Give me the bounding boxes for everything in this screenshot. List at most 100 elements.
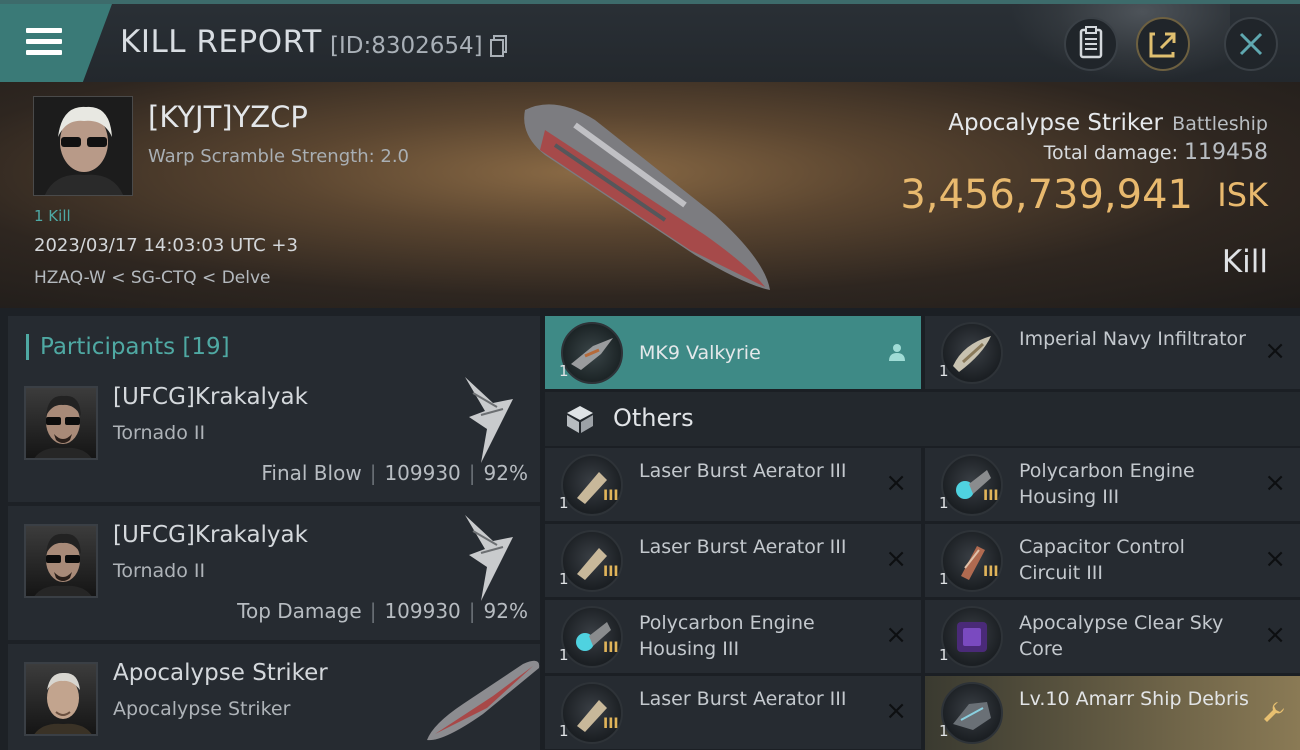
tornado-ship-icon (465, 377, 513, 463)
item-quantity: 1 (559, 570, 569, 588)
participant-percent: 92% (483, 599, 528, 623)
close-icon[interactable]: × (1264, 622, 1286, 648)
close-icon[interactable]: × (885, 470, 907, 496)
close-button[interactable] (1224, 17, 1278, 71)
participant-row[interactable]: [UFCG]Krakalyak Tornado II Top Damage | 10… (8, 506, 540, 640)
wrench-icon[interactable] (1262, 700, 1286, 724)
participant-avatar[interactable] (24, 386, 98, 460)
item-tier: III (603, 640, 619, 656)
close-icon[interactable]: × (885, 698, 907, 724)
top-bar: KILL REPORT [ID:8302654] (0, 0, 1300, 82)
kill-result: Kill (1221, 244, 1268, 280)
close-icon[interactable]: × (1264, 338, 1286, 364)
report-id: [ID:8302654] (330, 33, 483, 59)
participant-ship: Tornado II (113, 422, 206, 444)
item-quantity: 1 (559, 722, 569, 740)
victim-ship-class: Battleship (1172, 113, 1268, 135)
participants-panel: Participants [19] [UFCG]Krakalyak Tornad… (0, 308, 540, 750)
participant-name: Apocalypse Striker (113, 660, 328, 686)
item-quantity: 1 (939, 646, 949, 664)
core-item-icon (941, 606, 1003, 668)
total-damage-label: Total damage: (1043, 142, 1178, 164)
share-icon (1149, 32, 1176, 58)
rig-item-icon (561, 530, 623, 592)
kill-count: 1 Kill (34, 207, 71, 225)
rig-item-icon (561, 606, 623, 668)
menu-button[interactable] (0, 4, 112, 82)
participant-avatar[interactable] (24, 662, 98, 736)
rig-item-icon (561, 682, 623, 744)
rig-item-icon (561, 454, 623, 516)
item-polycarbon-engine-housing[interactable]: 1 III Polycarbon Engine Housing III × (545, 600, 921, 673)
item-mk9-valkyrie[interactable]: 1 MK9 Valkyrie (545, 316, 921, 389)
item-laser-burst-aerator[interactable]: 1 III Laser Burst Aerator III × (545, 448, 921, 521)
item-name: Laser Burst Aerator III (639, 688, 847, 710)
rig-item-icon (941, 454, 1003, 516)
participant-damage: 109930 (384, 461, 461, 485)
item-polycarbon-engine-housing[interactable]: 1 III Polycarbon Engine Housing III × (925, 448, 1300, 521)
tornado-ship-icon (465, 515, 513, 601)
item-name: Polycarbon Engine Housing III (639, 612, 815, 660)
copy-icon[interactable] (490, 35, 508, 57)
others-section-header: Others (545, 392, 1300, 446)
participant-tag: Top Damage (237, 599, 362, 623)
item-name: Capacitor Control Circuit III (1019, 536, 1185, 584)
ship-item-icon (941, 322, 1003, 384)
item-quantity: 1 (559, 646, 569, 664)
item-capacitor-control-circuit[interactable]: 1 III Capacitor Control Circuit III × (925, 524, 1300, 597)
debris-item-icon (941, 682, 1003, 744)
close-icon[interactable]: × (1264, 546, 1286, 572)
item-quantity: 1 (939, 362, 949, 380)
clipboard-button[interactable] (1064, 17, 1118, 71)
participants-title: Participants [19] (40, 334, 230, 360)
item-tier: III (983, 488, 999, 504)
participant-avatar[interactable] (24, 524, 98, 598)
participant-tag: Final Blow (261, 461, 362, 485)
person-icon[interactable] (887, 342, 907, 362)
participant-ship: Apocalypse Striker (113, 698, 291, 720)
participant-name: [UFCG]Krakalyak (113, 384, 308, 410)
close-icon[interactable]: × (885, 546, 907, 572)
item-amarr-ship-debris[interactable]: 1 Lv.10 Amarr Ship Debris (925, 676, 1300, 750)
item-laser-burst-aerator[interactable]: 1 III Laser Burst Aerator III × (545, 676, 921, 749)
participant-stats: Final Blow | 109930 | 92% (261, 461, 528, 485)
item-quantity: 1 (939, 570, 949, 588)
item-tier: III (603, 564, 619, 580)
close-icon[interactable]: × (1264, 470, 1286, 496)
item-name: Imperial Navy Infiltrator (1019, 328, 1246, 350)
close-icon (1239, 32, 1263, 56)
item-name: Laser Burst Aerator III (639, 460, 847, 482)
victim-ship-image (524, 104, 770, 290)
share-button[interactable] (1136, 17, 1190, 71)
cube-icon (567, 406, 593, 433)
participants-header: Participants [19] (8, 316, 540, 370)
participant-stats: Top Damage | 109930 | 92% (237, 599, 528, 623)
header-accent-bar (26, 334, 29, 360)
victim-ship-name: Apocalypse Striker (948, 110, 1163, 136)
menu-icon (26, 28, 62, 56)
page-title: KILL REPORT (120, 24, 322, 60)
participants-label: Participants (40, 334, 176, 360)
participant-name: [UFCG]Krakalyak (113, 522, 308, 548)
item-quantity: 1 (939, 494, 949, 512)
warp-scramble-strength: Warp Scramble Strength: 2.0 (148, 146, 410, 167)
item-quantity: 1 (559, 494, 569, 512)
participant-damage: 109930 (384, 599, 461, 623)
close-icon[interactable]: × (885, 622, 907, 648)
item-apocalypse-clear-sky-core[interactable]: 1 Apocalypse Clear Sky Core × (925, 600, 1300, 673)
participant-row[interactable]: Apocalypse Striker Apocalypse Striker (8, 644, 540, 750)
participant-row[interactable]: [UFCG]Krakalyak Tornado II Final Blow | 10… (8, 368, 540, 502)
participant-ship: Tornado II (113, 560, 206, 582)
item-quantity: 1 (939, 722, 949, 740)
item-imperial-navy-infiltrator[interactable]: 1 Imperial Navy Infiltrator × (925, 316, 1300, 389)
item-name: Lv.10 Amarr Ship Debris (1019, 688, 1249, 710)
isk-unit: ISK (1217, 176, 1268, 214)
victim-name: [KYJT]YZCP (148, 100, 308, 134)
victim-avatar[interactable] (33, 96, 133, 196)
participants-count: [19] (182, 334, 230, 360)
kill-datetime: 2023/03/17 14:03:03 UTC +3 (34, 235, 298, 256)
item-quantity: 1 (559, 362, 569, 380)
item-name: Polycarbon Engine Housing III (1019, 460, 1195, 508)
apocalypse-ship-icon (427, 660, 540, 741)
item-laser-burst-aerator[interactable]: 1 III Laser Burst Aerator III × (545, 524, 921, 597)
